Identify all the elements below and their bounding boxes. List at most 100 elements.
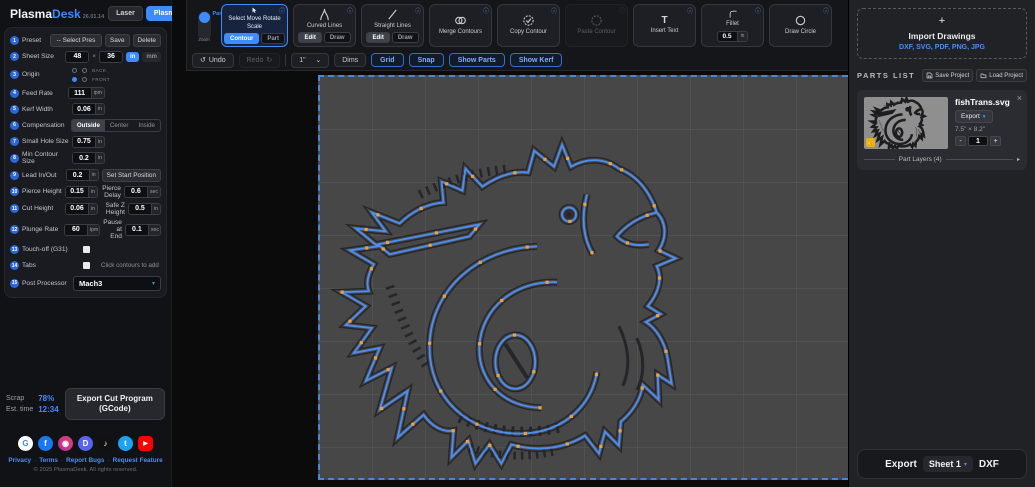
redo-button[interactable]: Redo↻ — [239, 53, 281, 68]
curved-edit-button[interactable]: Edit — [298, 32, 321, 43]
show-kerf-toggle-button[interactable]: Show Kerf — [510, 53, 563, 67]
report-bugs-link[interactable]: Report Bugs — [66, 457, 104, 464]
grid-scale-select[interactable]: 1"⌄ — [291, 53, 329, 68]
tiktok-icon[interactable]: ♪ — [98, 436, 113, 451]
instagram-icon[interactable]: ◉ — [58, 436, 73, 451]
part-button[interactable]: Part — [261, 33, 285, 44]
unit-in-toggle[interactable]: in — [126, 52, 139, 62]
min-contour-input[interactable]: 0.2 — [73, 153, 95, 163]
tool-title: Draw Circle — [785, 29, 816, 37]
tool-title: Merge Contours — [439, 29, 482, 37]
qty-plus-button[interactable]: + — [990, 136, 1001, 146]
import-title: Import Drawings — [862, 31, 1022, 41]
info-icon[interactable]: ⓘ — [415, 6, 421, 15]
dims-button[interactable]: Dims — [334, 53, 366, 67]
close-icon[interactable]: × — [1017, 93, 1022, 103]
expand-arrow-icon[interactable]: ▸ — [1017, 156, 1020, 163]
preset-select[interactable]: -- Select Pres — [50, 34, 102, 47]
youtube-icon[interactable]: ▶ — [138, 436, 153, 451]
tool-curved-lines[interactable]: ⓘ Curved Lines Edit Draw — [293, 4, 356, 47]
show-parts-toggle-button[interactable]: Show Parts — [449, 53, 505, 67]
origin-front-right-radio[interactable] — [82, 77, 87, 82]
compensation-center[interactable]: Center — [105, 120, 134, 131]
step-number: 8 — [10, 154, 19, 163]
contour-button[interactable]: Contour — [224, 33, 259, 44]
info-icon[interactable]: ⓘ — [347, 6, 353, 15]
tabs-checkbox[interactable] — [83, 262, 90, 269]
terms-link[interactable]: Terms — [39, 457, 58, 464]
info-icon[interactable]: ⓘ — [755, 6, 761, 15]
save-project-button[interactable]: Save Project — [922, 69, 973, 82]
pan-zoom-pill[interactable]: Pan Zoom — [198, 11, 211, 41]
info-icon[interactable]: ⓘ — [551, 6, 557, 15]
set-start-position-button[interactable]: Set Start Position — [102, 169, 161, 182]
tool-straight-lines[interactable]: ⓘ Straight Lines Edit Draw — [361, 4, 424, 47]
grid-toggle-button[interactable]: Grid — [371, 53, 403, 67]
google-icon[interactable]: G — [18, 436, 33, 451]
tool-paste-contour[interactable]: ⓘ Paste Contour — [565, 4, 628, 47]
cut-height-input[interactable]: 0.06 — [66, 204, 88, 214]
unit-mm-toggle[interactable]: mm — [142, 52, 161, 62]
part-card[interactable]: × 👍 fishTrans.svg Export ▼ 7.5" × 8.2" -… — [857, 90, 1027, 170]
kerf-width-input[interactable]: 0.06 — [73, 104, 95, 114]
qty-value[interactable]: 1 — [968, 136, 988, 146]
canvas-area[interactable]: Pan Zoom ⓘ Select Move Rotate Scale Cont… — [172, 0, 848, 487]
discord-icon[interactable]: D — [78, 436, 93, 451]
origin-back-right-radio[interactable] — [82, 68, 87, 73]
pause-end-input[interactable]: 0.1 — [126, 225, 148, 235]
pierce-delay-input[interactable]: 0.6 — [125, 187, 147, 197]
touchoff-checkbox[interactable] — [83, 246, 90, 253]
fish-part[interactable] — [342, 145, 676, 464]
info-icon[interactable]: ⓘ — [483, 6, 489, 15]
facebook-icon[interactable]: f — [38, 436, 53, 451]
qty-minus-button[interactable]: - — [955, 136, 966, 146]
curved-draw-button[interactable]: Draw — [324, 32, 351, 43]
info-icon[interactable]: ⓘ — [687, 6, 693, 15]
import-drawings-dropzone[interactable]: + Import Drawings DXF, SVG, PDF, PNG, JP… — [857, 8, 1027, 59]
preset-delete-button[interactable]: Delete — [133, 34, 161, 47]
sheet-height-input[interactable]: 36 — [100, 52, 122, 62]
app-version: 26.01.14 — [83, 14, 104, 20]
compensation-outside[interactable]: Outside — [72, 120, 105, 131]
tool-fillet[interactable]: ⓘ Fillet 0.5 in — [701, 4, 764, 47]
twitter-icon[interactable]: t — [118, 436, 133, 451]
laser-mode-button[interactable]: Laser — [108, 6, 143, 21]
snap-toggle-button[interactable]: Snap — [409, 53, 444, 67]
fillet-input[interactable]: 0.5 — [718, 32, 737, 41]
tool-select-move-rotate-scale[interactable]: ⓘ Select Move Rotate Scale Contour Part — [221, 4, 288, 47]
compensation-inside[interactable]: Inside — [133, 120, 160, 131]
origin-front-left-radio[interactable] — [72, 77, 77, 82]
straight-draw-button[interactable]: Draw — [392, 32, 419, 43]
pan-zoom-toggle[interactable]: Pan Zoom — [192, 4, 216, 47]
info-icon[interactable]: ⓘ — [823, 6, 829, 15]
info-icon[interactable]: ⓘ — [619, 6, 625, 15]
feed-rate-input[interactable]: 111 — [69, 88, 91, 98]
post-processor-select[interactable]: Mach3 ▾ — [73, 276, 161, 291]
origin-back-left-radio[interactable] — [72, 68, 77, 73]
tool-insert-text[interactable]: ⓘ T Insert Text — [633, 4, 696, 47]
safe-z-input[interactable]: 0.5 — [129, 204, 151, 214]
preset-save-button[interactable]: Save — [105, 34, 130, 47]
load-project-button[interactable]: Load Project — [976, 69, 1027, 82]
plunge-rate-input[interactable]: 60 — [65, 225, 87, 235]
tool-merge-contours[interactable]: ⓘ Merge Contours — [429, 4, 492, 47]
straight-edit-button[interactable]: Edit — [366, 32, 389, 43]
part-thumbnail[interactable]: 👍 — [864, 97, 948, 149]
tool-copy-contour[interactable]: ⓘ Copy Contour — [497, 4, 560, 47]
preset-label: Preset — [22, 37, 47, 44]
pierce-height-input[interactable]: 0.15 — [66, 187, 88, 197]
lead-input[interactable]: 0.2 — [67, 170, 89, 180]
request-feature-link[interactable]: Request Feature — [113, 457, 163, 464]
small-hole-input[interactable]: 0.75 — [73, 137, 95, 147]
export-format-label[interactable]: DXF — [979, 459, 999, 470]
info-icon[interactable]: ⓘ — [279, 6, 285, 15]
part-layers-row[interactable]: Part Layers (4) ▸ — [864, 156, 1020, 163]
sheet[interactable] — [318, 75, 848, 480]
tool-draw-circle[interactable]: ⓘ Draw Circle — [769, 4, 832, 47]
part-export-dropdown[interactable]: Export ▼ — [955, 110, 993, 123]
privacy-link[interactable]: Privacy — [8, 457, 31, 464]
sheet-select-dropdown[interactable]: Sheet 1 ▾ — [923, 456, 973, 472]
export-gcode-button[interactable]: Export Cut Program (GCode) — [65, 388, 165, 421]
undo-button[interactable]: ↺Undo — [192, 53, 234, 68]
sheet-width-input[interactable]: 48 — [66, 52, 88, 62]
